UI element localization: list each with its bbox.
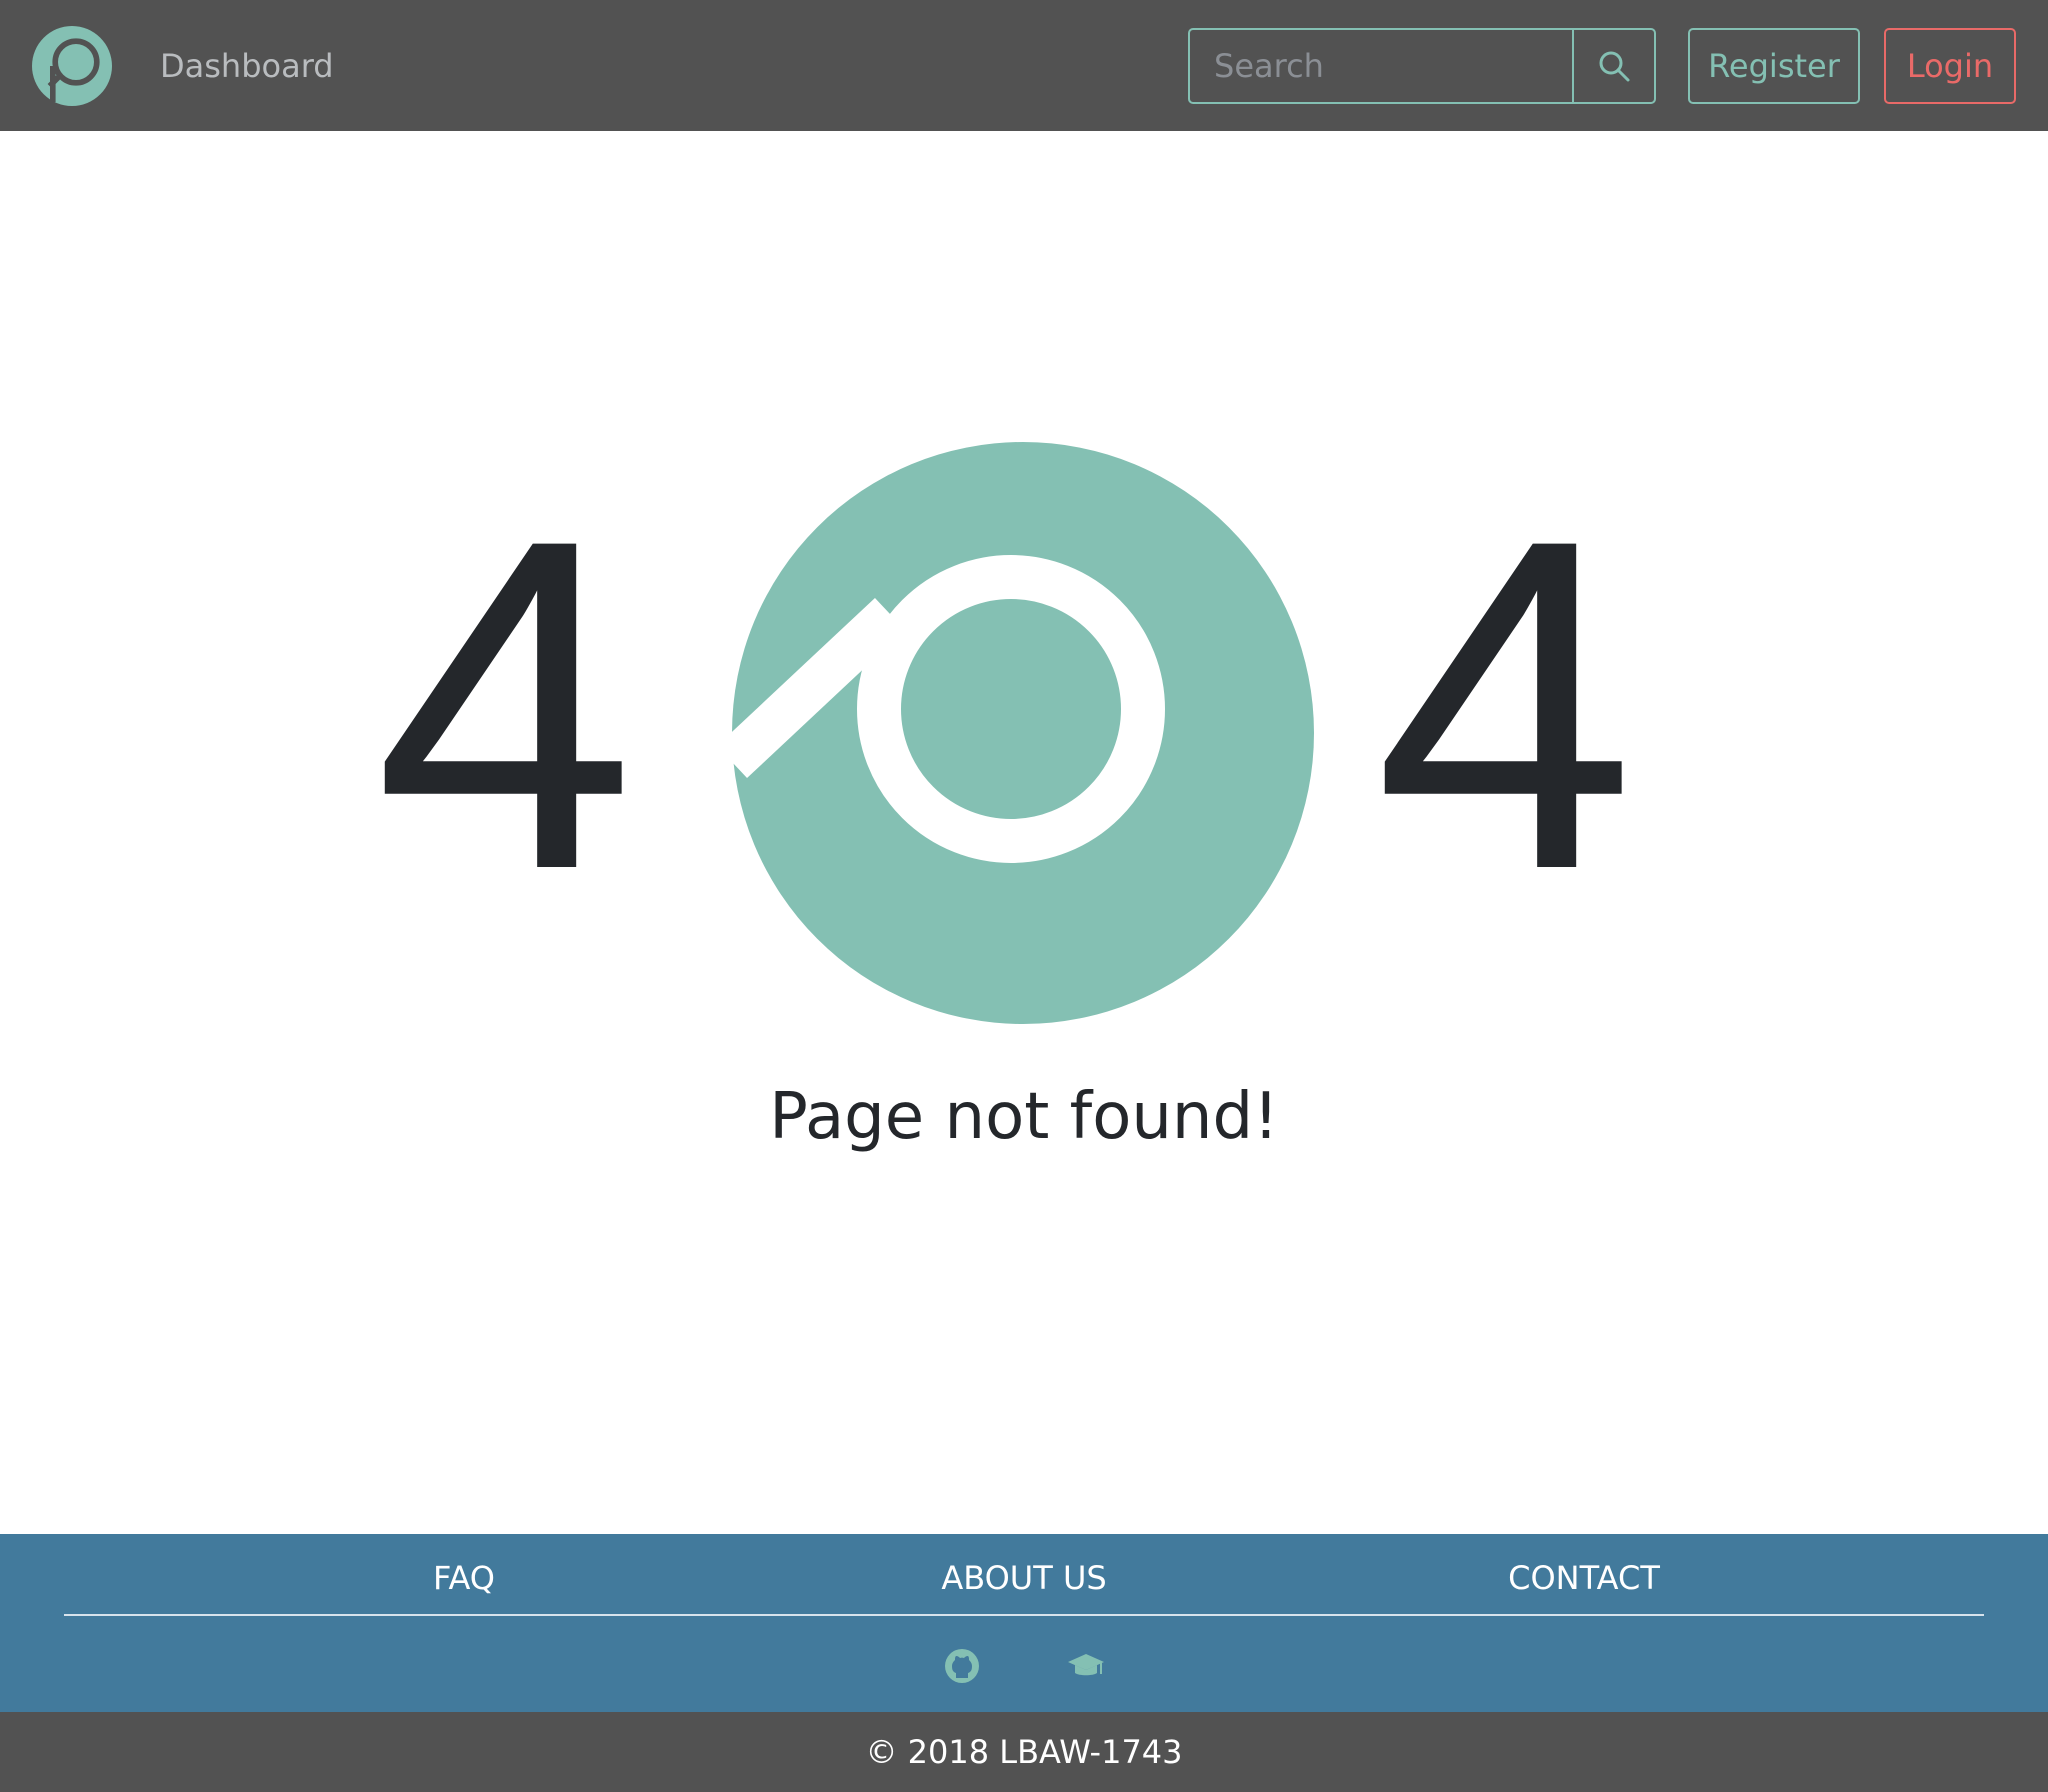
footer-link-faq[interactable]: FAQ bbox=[264, 1554, 664, 1602]
graduation-cap-icon[interactable] bbox=[1066, 1646, 1106, 1686]
error-code-digit-right: 4 bbox=[1374, 442, 1636, 967]
footer-link-about-us[interactable]: ABOUT US bbox=[824, 1554, 1224, 1602]
brand-logo-large bbox=[732, 442, 1314, 1024]
copyright-bar: © 2018 LBAW-1743 bbox=[0, 1712, 2048, 1792]
login-button[interactable]: Login bbox=[1884, 28, 2016, 104]
search-icon bbox=[1599, 51, 1630, 82]
footer: FAQ ABOUT US CONTACT bbox=[0, 1534, 2048, 1712]
search-input[interactable] bbox=[1190, 30, 1574, 102]
github-icon[interactable] bbox=[942, 1646, 982, 1686]
navbar: Dashboard Register Login bbox=[0, 0, 2048, 131]
search-button[interactable] bbox=[1574, 30, 1654, 102]
error-code-digit-left: 4 bbox=[374, 442, 636, 967]
brand-logo[interactable] bbox=[32, 26, 112, 106]
footer-link-contact[interactable]: CONTACT bbox=[1384, 1554, 1784, 1602]
search-group bbox=[1188, 28, 1656, 104]
nav-dashboard-link[interactable]: Dashboard bbox=[160, 44, 334, 88]
copyright-text: © 2018 LBAW-1743 bbox=[865, 1733, 1183, 1771]
register-button[interactable]: Register bbox=[1688, 28, 1860, 104]
footer-divider bbox=[64, 1614, 1984, 1616]
error-message: Page not found! bbox=[769, 1080, 1279, 1154]
